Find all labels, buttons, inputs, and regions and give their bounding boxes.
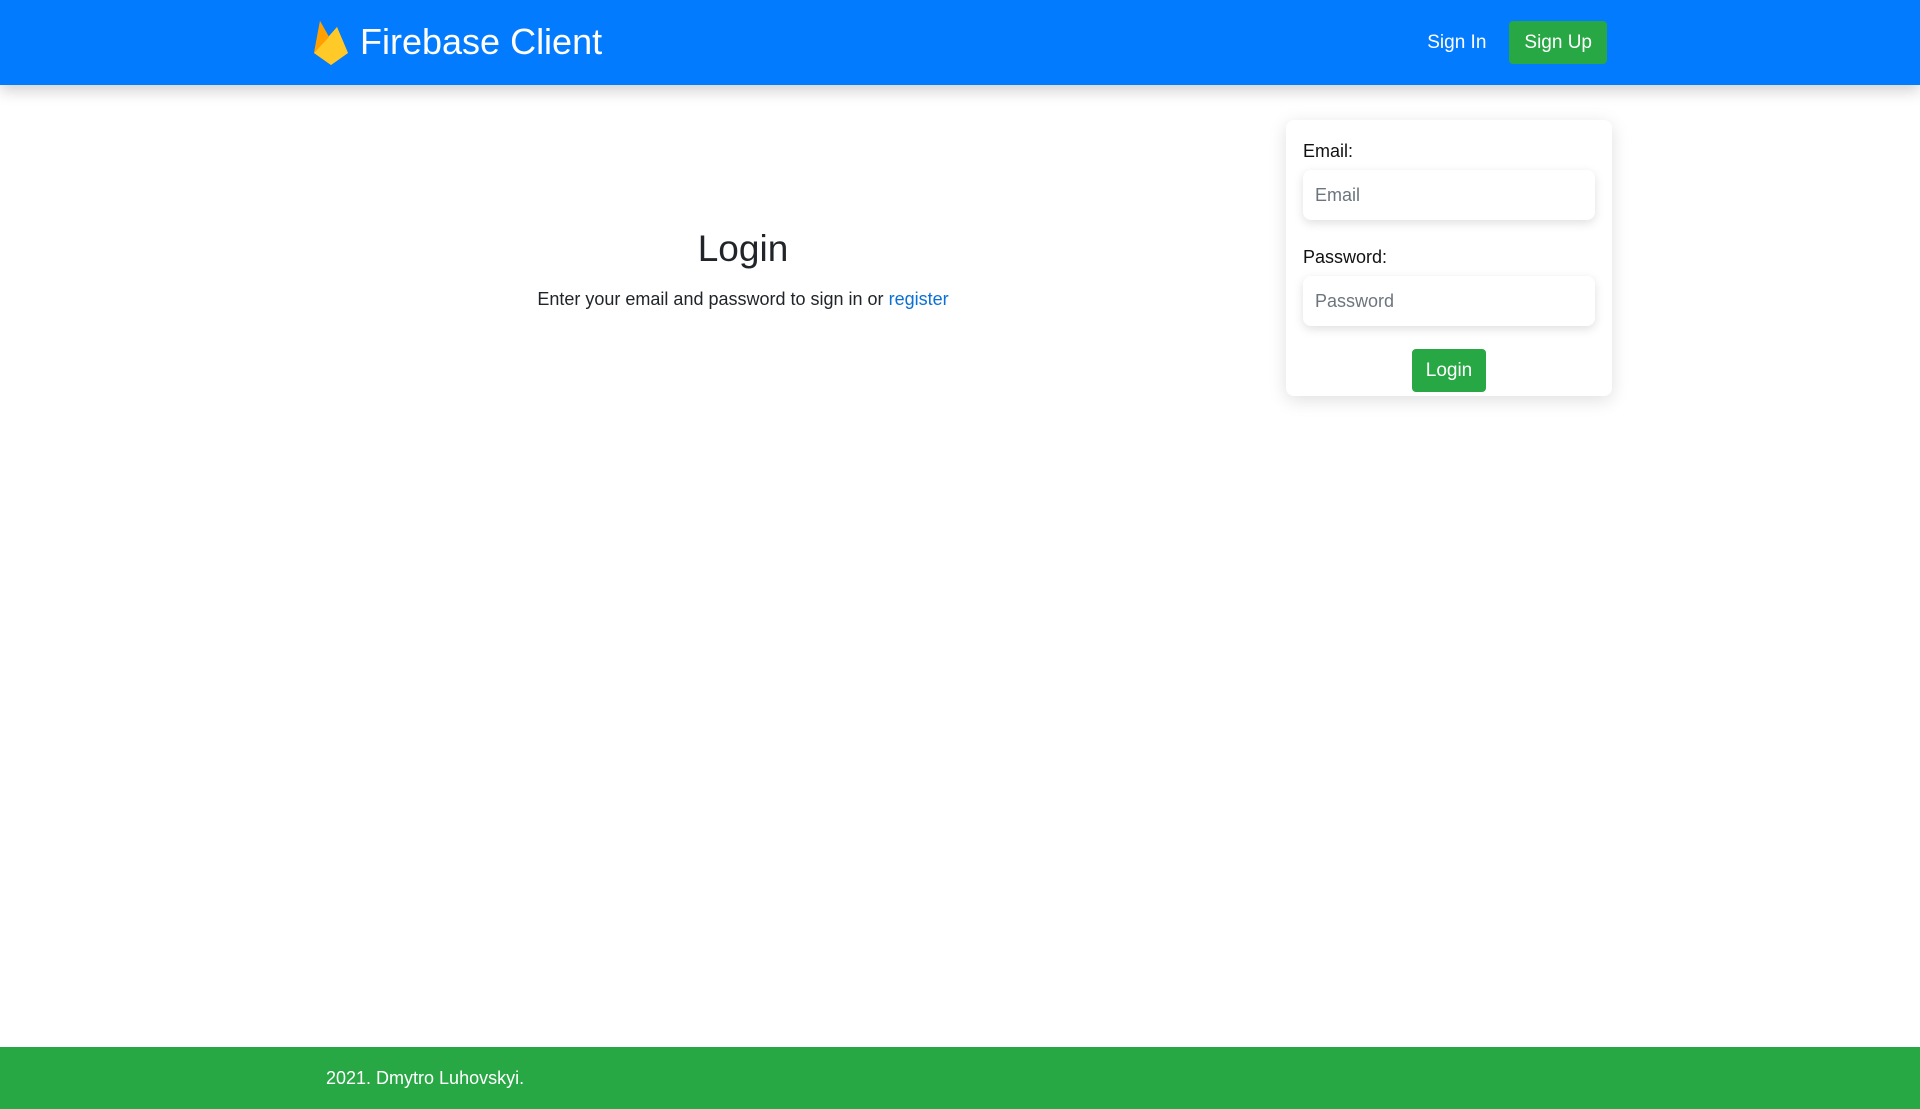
login-description-text: Enter your email and password to sign in… (537, 289, 884, 309)
brand-name: Firebase Client (360, 21, 603, 62)
page-footer: 2021. Dmytro Luhovskyi. (0, 1047, 1920, 1109)
firebase-flame-icon (312, 17, 350, 67)
sign-in-link[interactable]: Sign In (1415, 21, 1498, 64)
password-input[interactable] (1303, 276, 1595, 326)
email-input[interactable] (1303, 170, 1595, 220)
top-navbar: Firebase Client Sign In Sign Up (0, 0, 1920, 85)
brand-link[interactable]: Firebase Client (312, 16, 602, 68)
email-label: Email: (1303, 141, 1354, 161)
nav-actions: Sign In Sign Up (1415, 21, 1607, 64)
register-link[interactable]: register (889, 289, 949, 309)
sign-up-button[interactable]: Sign Up (1509, 21, 1607, 64)
footer-copyright: 2021. Dmytro Luhovskyi. (326, 1068, 525, 1088)
login-form-card: Email: Password: Login (1286, 120, 1612, 396)
login-intro: Login Enter your email and password to s… (380, 225, 1106, 313)
page-title: Login (697, 228, 789, 269)
login-button[interactable]: Login (1412, 349, 1486, 392)
password-label: Password: (1303, 247, 1388, 267)
login-description: Enter your email and password to sign in… (380, 285, 1106, 313)
